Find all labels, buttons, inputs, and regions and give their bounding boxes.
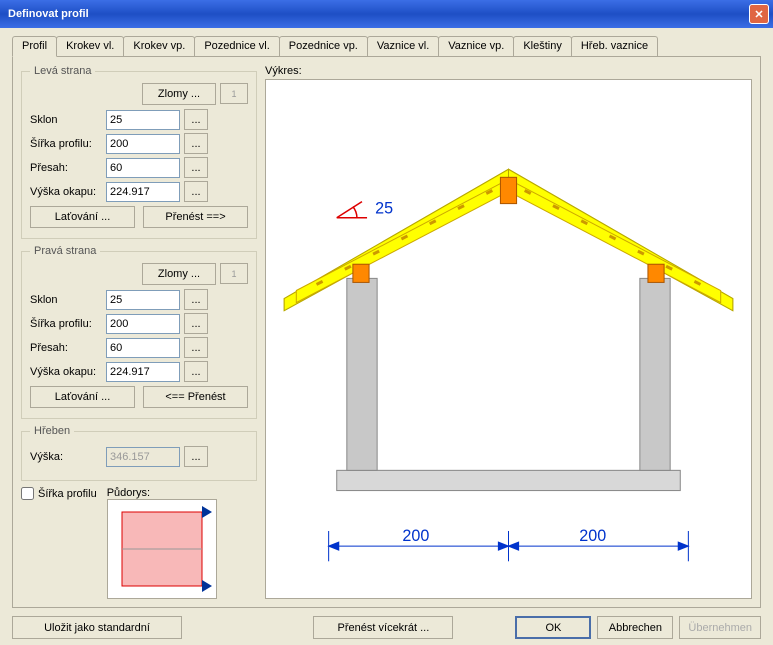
dots-right-sirka[interactable]: ... (184, 313, 208, 334)
label-drawing: Výkres: (265, 65, 752, 77)
label-sirka-profilu: Šířka profilu (38, 488, 97, 500)
close-icon[interactable]: ✕ (749, 4, 769, 24)
input-right-presah[interactable] (106, 338, 180, 358)
tab-hreb-vaznice[interactable]: Hřeb. vaznice (571, 36, 658, 56)
label-right-presah: Přesah: (30, 342, 106, 354)
tab-profil[interactable]: Profil (12, 36, 57, 57)
tab-krokev-vl[interactable]: Krokev vl. (56, 36, 124, 56)
tab-pozednice-vl[interactable]: Pozednice vl. (194, 36, 279, 56)
input-right-sirka[interactable] (106, 314, 180, 334)
zlomy-right-button[interactable]: Zlomy ... (142, 263, 216, 285)
tab-vaznice-vp[interactable]: Vaznice vp. (438, 36, 514, 56)
floorplan-preview (107, 499, 217, 599)
dots-left-presah[interactable]: ... (184, 157, 208, 178)
prenest-right-button[interactable]: Přenést ==> (143, 206, 248, 228)
tab-klestiny[interactable]: Kleštiny (513, 36, 572, 56)
legend-ridge: Hřeben (30, 425, 74, 437)
dim-left-text: 200 (402, 527, 429, 545)
label-left-sklon: Sklon (30, 114, 106, 126)
title-bar: Definovat profil ✕ (0, 0, 773, 28)
input-right-vyska[interactable] (106, 362, 180, 382)
group-ridge: Hřeben Výška: ... (21, 425, 257, 481)
input-left-sklon[interactable] (106, 110, 180, 130)
drawing-area: 25 200 200 (265, 79, 752, 599)
tab-krokev-vp[interactable]: Krokev vp. (123, 36, 195, 56)
tab-strip: Profil Krokev vl. Krokev vp. Pozednice v… (12, 36, 761, 57)
dots-right-vyska[interactable]: ... (184, 361, 208, 382)
label-right-sklon: Sklon (30, 294, 106, 306)
tab-pozednice-vp[interactable]: Pozednice vp. (279, 36, 368, 56)
zlomy-left-spinner[interactable]: 1 (220, 83, 248, 104)
input-left-vyska[interactable] (106, 182, 180, 202)
cancel-button[interactable]: Abbrechen (597, 616, 673, 639)
label-right-sirka: Šířka profilu: (30, 318, 106, 330)
zlomy-right-spinner[interactable]: 1 (220, 263, 248, 284)
dots-left-vyska[interactable]: ... (184, 181, 208, 202)
dots-left-sirka[interactable]: ... (184, 133, 208, 154)
dots-right-presah[interactable]: ... (184, 337, 208, 358)
angle-text: 25 (375, 200, 393, 218)
label-left-presah: Přesah: (30, 162, 106, 174)
apply-button: Übernehmen (679, 616, 761, 639)
title-text: Definovat profil (8, 8, 89, 20)
dots-right-sklon[interactable]: ... (184, 289, 208, 310)
latovani-left-button[interactable]: Laťování ... (30, 206, 135, 228)
dim-right-text: 200 (579, 527, 606, 545)
transfer-multi-button[interactable]: Přenést vícekrát ... (313, 616, 453, 639)
dots-ridge-vyska[interactable]: ... (184, 446, 208, 467)
tab-vaznice-vl[interactable]: Vaznice vl. (367, 36, 439, 56)
legend-right: Pravá strana (30, 245, 100, 257)
group-right-side: Pravá strana Zlomy ... 1 Sklon ... Šířka… (21, 245, 257, 419)
input-right-sklon[interactable] (106, 290, 180, 310)
zlomy-left-button[interactable]: Zlomy ... (142, 83, 216, 105)
dots-left-sklon[interactable]: ... (184, 109, 208, 130)
save-standard-button[interactable]: Uložit jako standardní (12, 616, 182, 639)
label-left-vyska: Výška okapu: (30, 186, 106, 198)
group-left-side: Levá strana Zlomy ... 1 Sklon ... Šířka … (21, 65, 257, 239)
label-left-sirka: Šířka profilu: (30, 138, 106, 150)
input-ridge-vyska (106, 447, 180, 467)
latovani-right-button[interactable]: Laťování ... (30, 386, 135, 408)
prenest-left-button[interactable]: <== Přenést (143, 386, 248, 408)
checkbox-sirka-profilu[interactable] (21, 487, 34, 500)
legend-left: Levá strana (30, 65, 95, 77)
input-left-presah[interactable] (106, 158, 180, 178)
label-ridge-vyska: Výška: (30, 451, 106, 463)
label-right-vyska: Výška okapu: (30, 366, 106, 378)
ok-button[interactable]: OK (515, 616, 591, 639)
label-pudorys: Půdorys: (107, 487, 217, 499)
input-left-sirka[interactable] (106, 134, 180, 154)
